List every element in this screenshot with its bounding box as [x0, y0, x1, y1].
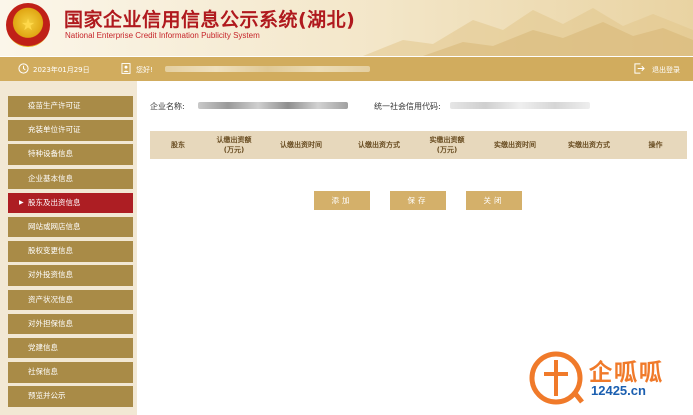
col-subscribed-amount: 认缴出资额 (万元): [206, 131, 262, 159]
sidebar-menu: 疫苗生产许可证 充装单位许可证 特种设备信息 企业基本信息 股东及出资信息 网站…: [8, 96, 133, 410]
sidebar-item-filling-license[interactable]: 充装单位许可证: [8, 120, 133, 141]
blurred-credit-code: [450, 102, 590, 109]
sidebar-item-vaccine-license[interactable]: 疫苗生产许可证: [8, 96, 133, 117]
sidebar-item-equity-change[interactable]: 股权变更信息: [8, 241, 133, 262]
close-button[interactable]: 关闭: [466, 191, 522, 210]
sidebar-item-basic-info[interactable]: 企业基本信息: [8, 168, 133, 190]
watermark-site: 12425.cn: [591, 383, 646, 398]
system-title-english: National Enterprise Credit Information P…: [65, 31, 260, 40]
sidebar-item-shareholders[interactable]: 股东及出资信息: [8, 192, 133, 214]
sidebar-item-special-equipment[interactable]: 特种设备信息: [8, 144, 133, 165]
logout-link[interactable]: 退出登录: [652, 65, 680, 75]
sidebar-item-assets[interactable]: 资产状况信息: [8, 289, 133, 310]
col-subscribed-time: 认缴出资时间: [280, 141, 322, 149]
clock-icon: [18, 63, 29, 74]
watermark-logo-icon: [529, 351, 584, 405]
header-banner: ★ 国家企业信用信息公示系统(湖北) National Enterprise C…: [0, 0, 693, 56]
sidebar-item-investment[interactable]: 对外投资信息: [8, 265, 133, 286]
col-subscribed-amount-text: 认缴出资额 (万元): [216, 136, 252, 154]
sidebar-item-guarantee[interactable]: 对外担保信息: [8, 313, 133, 335]
sidebar-item-website[interactable]: 网站或网店信息: [8, 216, 133, 238]
user-icon: [121, 63, 131, 74]
col-paid-amount: 实缴出资额 (万元): [418, 131, 476, 159]
sidebar-item-preview-publish[interactable]: 预览并公示: [8, 386, 133, 407]
watermark-brand-name: 企呱呱: [589, 360, 664, 386]
system-title: 国家企业信用信息公示系统(湖北): [64, 9, 356, 31]
col-paid-method: 实缴出资方式: [568, 141, 610, 149]
sidebar-item-party-building[interactable]: 党建信息: [8, 337, 133, 359]
mountain-decoration-icon: [363, 8, 693, 56]
logout-icon[interactable]: [634, 63, 645, 74]
col-subscribed-method: 认缴出资方式: [358, 141, 400, 149]
save-button[interactable]: 保存: [390, 191, 446, 210]
credit-code-label: 统一社会信用代码:: [374, 102, 441, 111]
blurred-company-name: [198, 102, 348, 109]
sidebar-item-social-security[interactable]: 社保信息: [8, 362, 133, 383]
company-name-label: 企业名称:: [150, 102, 185, 111]
blurred-username: [165, 66, 370, 72]
col-shareholder: 股东: [171, 141, 185, 149]
col-paid-time: 实缴出资时间: [494, 141, 536, 149]
col-paid-amount-text: 实缴出资额 (万元): [429, 136, 465, 154]
current-date: 2023年01月29日: [33, 66, 90, 74]
national-emblem-icon: ★: [6, 3, 50, 47]
sidebar: 疫苗生产许可证 充装单位许可证 特种设备信息 企业基本信息 股东及出资信息 网站…: [0, 81, 137, 415]
shareholder-table-header: 股东 认缴出资额 (万元) 认缴出资时间 认缴出资方式 实缴出资额 (万元) 实…: [150, 131, 687, 159]
col-actions: 操作: [648, 141, 663, 149]
add-button[interactable]: 添加: [314, 191, 370, 210]
greeting-text: 您好!: [136, 66, 153, 74]
info-bar: 2023年01月29日 您好! 退出登录: [0, 57, 693, 81]
